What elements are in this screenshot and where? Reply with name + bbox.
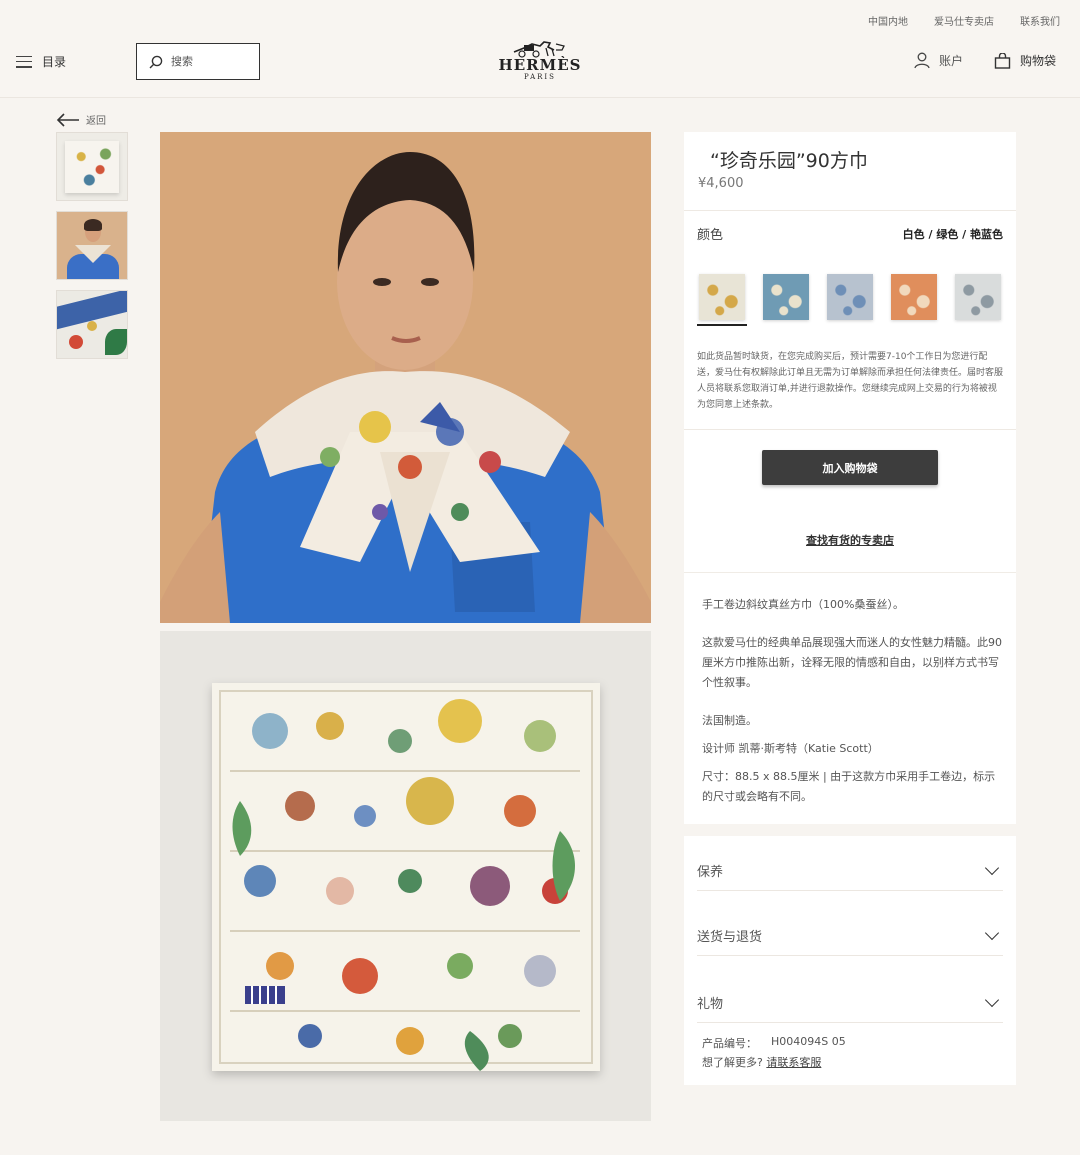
back-link[interactable]: 返回: [56, 112, 106, 127]
divider: [684, 429, 1016, 430]
swatch-image: [827, 274, 873, 320]
accordion-gift[interactable]: 礼物: [697, 983, 1003, 1023]
find-store-link[interactable]: 查找有货的专卖店: [684, 532, 1016, 548]
account-button[interactable]: 账户: [914, 52, 963, 69]
search-icon: [149, 55, 163, 68]
material-text: 手工卷边斜纹真丝方巾（100%桑蚕丝）。: [702, 598, 904, 611]
selected-color: 白色 / 绿色 / 艳蓝色: [902, 227, 1003, 241]
carriage-logo-icon: [513, 41, 565, 58]
accordion-label: 保养: [697, 865, 724, 880]
color-swatch[interactable]: [889, 272, 939, 324]
menu-button[interactable]: 目录: [16, 53, 66, 70]
shopping-bag-icon: [994, 52, 1011, 69]
description-panel: 手工卷边斜纹真丝方巾（100%桑蚕丝）。 这款爱马仕的经典单品展现强大而迷人的女…: [684, 572, 1016, 824]
product-image-model[interactable]: [160, 132, 651, 623]
accordion-shipping[interactable]: 送货与退货: [697, 916, 1003, 956]
account-label: 账户: [939, 54, 964, 68]
arrow-left-icon: [56, 112, 79, 127]
product-number-value: H004094S 05: [771, 1035, 846, 1048]
color-swatch[interactable]: [953, 272, 1003, 324]
product-image-flat[interactable]: [160, 631, 651, 1121]
help-text: 想了解更多?: [702, 1056, 763, 1069]
color-swatches: [697, 272, 1003, 326]
product-info-panel: “珍奇乐园”90方巾 ¥4,600 颜色 白色 / 绿色 / 艳蓝色 如此货品暂…: [684, 132, 1016, 572]
menu-label: 目录: [42, 55, 67, 69]
brand-name: HERMÈS: [498, 56, 582, 74]
color-label: 颜色: [697, 228, 724, 243]
brand-city: PARIS: [524, 73, 556, 81]
bag-label: 购物袋: [1020, 54, 1057, 68]
color-swatch[interactable]: [825, 272, 875, 324]
swatch-image: [891, 274, 937, 320]
scarf-print-illustration: [160, 631, 651, 1121]
stock-notice: 如此货品暂时缺货，在您完成购买后，预计需要7-10个工作日为您进行配送，爱马仕有…: [697, 352, 1004, 410]
color-swatch[interactable]: [761, 272, 811, 324]
contact-service-link[interactable]: 请联系客服: [766, 1056, 821, 1069]
hamburger-icon: [16, 55, 32, 68]
swatch-image: [763, 274, 809, 320]
product-price: ¥4,600: [698, 176, 744, 191]
user-icon: [914, 52, 930, 69]
swatch-image: [955, 274, 1001, 320]
chevron-down-icon: [984, 925, 1000, 941]
help-line: 想了解更多? 请联系客服: [702, 1054, 821, 1070]
description-text: 这款爱马仕的经典单品展现强大而迷人的女性魅力精髓。此90厘米方巾推陈出新，诠释无…: [702, 636, 1002, 689]
color-swatch[interactable]: [697, 272, 747, 326]
product-number: 产品编号： H004094S 05: [702, 1035, 846, 1051]
accordion-label: 送货与退货: [697, 930, 763, 945]
region-link[interactable]: 中国内地: [868, 13, 908, 28]
size-text: 尺寸：88.5 x 88.5厘米 | 由于这款方巾采用手工卷边，标示的尺寸或会略…: [702, 770, 996, 803]
utility-links: 中国内地 爱马仕专卖店 联系我们: [868, 13, 1060, 28]
model-photo-illustration: [160, 132, 651, 623]
divider: [684, 210, 1016, 211]
stores-link[interactable]: 爱马仕专卖店: [934, 13, 994, 28]
contact-link[interactable]: 联系我们: [1020, 13, 1060, 28]
thumbnail-scarf-flat[interactable]: [56, 132, 128, 201]
chevron-down-icon: [984, 992, 1000, 1008]
thumbnail-list: [56, 132, 128, 359]
thumbnail-model[interactable]: [56, 211, 128, 280]
product-number-label: 产品编号：: [702, 1037, 757, 1050]
swatch-image: [699, 274, 745, 320]
details-accordion: 保养 送货与退货 礼物 产品编号： H004094S 05 想了解更多? 请联系…: [684, 836, 1016, 1085]
color-row: 颜色 白色 / 绿色 / 艳蓝色: [697, 224, 1003, 244]
designer-text: 设计师 凯蒂·斯考特（Katie Scott）: [702, 742, 879, 755]
search-input[interactable]: [171, 55, 241, 68]
product-title: “珍奇乐园”90方巾: [710, 150, 868, 172]
brand-logo[interactable]: HERMÈS PARIS: [495, 38, 585, 81]
chevron-down-icon: [984, 860, 1000, 876]
site-header: 中国内地 爱马仕专卖店 联系我们 目录 HERMÈS PARIS 账户: [0, 0, 1080, 98]
accordion-label: 礼物: [697, 997, 724, 1012]
back-label: 返回: [86, 116, 106, 127]
origin-text: 法国制造。: [702, 714, 757, 727]
thumbnail-detail[interactable]: [56, 290, 128, 359]
add-to-bag-button[interactable]: 加入购物袋: [762, 450, 938, 485]
shopping-bag-button[interactable]: 购物袋: [994, 52, 1056, 69]
search-box[interactable]: [136, 43, 260, 80]
accordion-care[interactable]: 保养: [697, 851, 1003, 891]
